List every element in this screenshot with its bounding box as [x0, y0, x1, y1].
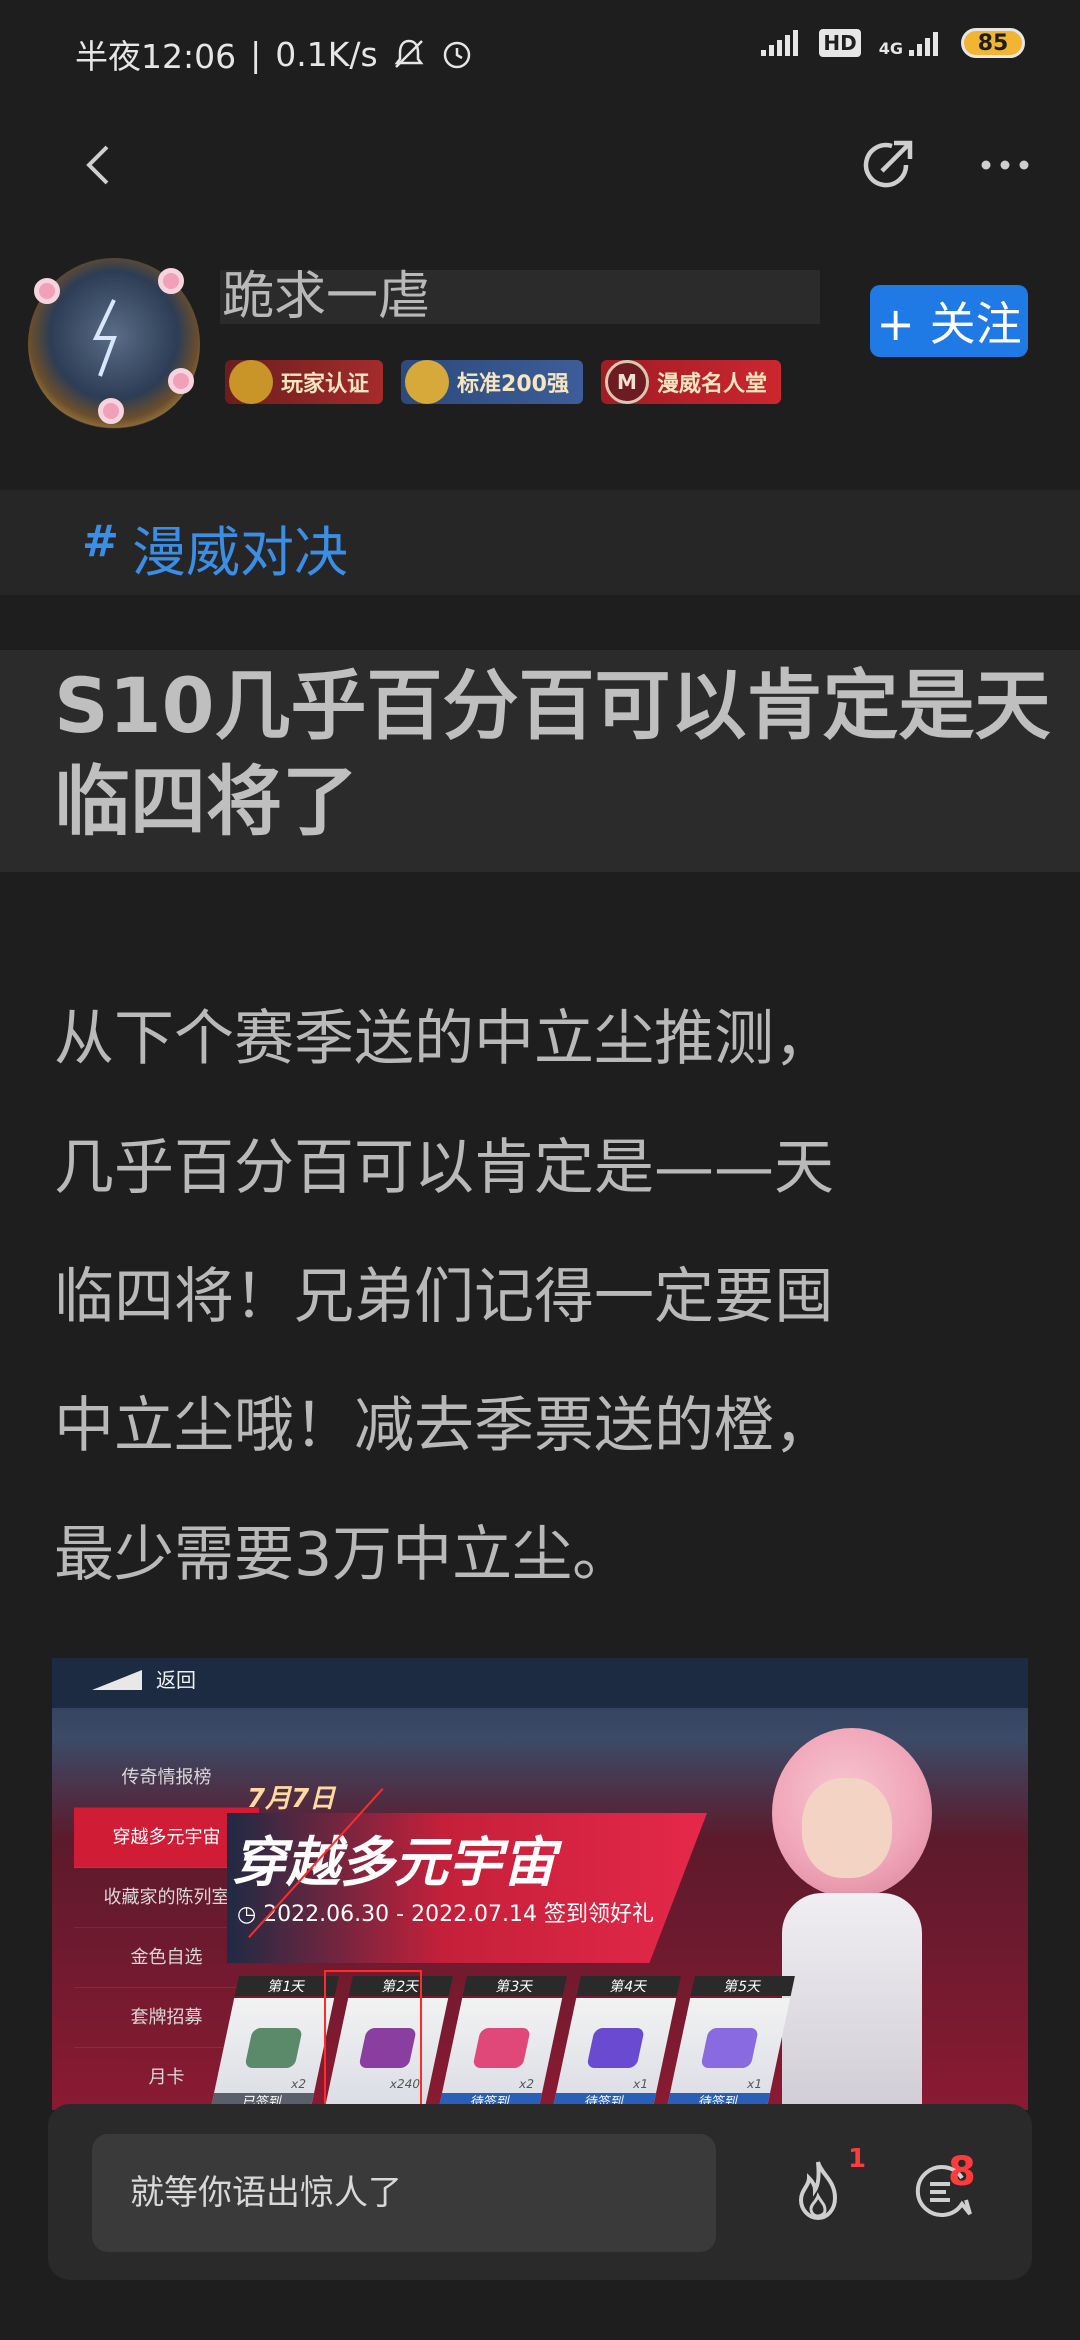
post-body-line: 临四将！兄弟们记得一定要囤: [54, 1262, 834, 1332]
top-nav-bar: [0, 125, 1080, 205]
more-options-button[interactable]: [975, 135, 1035, 195]
more-dots-icon: [981, 160, 1029, 170]
status-time: 半夜12:06: [75, 37, 237, 76]
reward-icon: [586, 2028, 645, 2068]
badge-player-verified[interactable]: 玩家认证: [225, 360, 384, 404]
topic-tag[interactable]: # 漫威对决: [0, 490, 1080, 595]
back-button[interactable]: [70, 137, 126, 193]
character-body: [782, 1893, 922, 2110]
status-divider: |: [250, 34, 262, 74]
signal-4g-icon: [909, 32, 938, 56]
event-headline: 穿越多元宇宙: [232, 1831, 556, 1894]
checkin-day: 第3天: [462, 1976, 567, 1996]
reward-count: x1: [745, 2077, 764, 2091]
post-body: 从下个赛季送的中立尘推测， 几乎百分百可以肯定是——天 临四将！兄弟们记得一定要…: [54, 975, 1044, 1620]
checkin-cards: 第1天 x2 已签到 第2天 x240 第3天 x2 待签到 第4天 x1 待签…: [209, 1976, 795, 2110]
reward-icon: [244, 2028, 303, 2068]
hd-badge: HD: [819, 29, 861, 57]
reward-count: x1: [631, 2077, 650, 2091]
like-count: 1: [848, 2144, 867, 2174]
battery-indicator: 85: [961, 28, 1025, 58]
reward-icon: [700, 2028, 759, 2068]
alarm-icon: [443, 41, 470, 69]
author-info: 跪求一虐 玩家认证 标准200强 M 漫威名人堂 + 关注: [0, 250, 1080, 430]
network-speed: 0.1K/s: [275, 34, 378, 74]
flame-icon: [798, 2161, 838, 2221]
avatar-flower-decoration: [34, 278, 60, 304]
character-face: [802, 1778, 892, 1878]
checkin-day: 第4天: [576, 1976, 681, 1996]
post-body-line: 中立尘哦！减去季票送的橙，: [54, 1391, 834, 1461]
share-icon: [863, 140, 913, 188]
signal-4g: 4G: [879, 28, 943, 58]
comment-bar: 就等你语出惊人了 1 8: [48, 2104, 1032, 2280]
badge-label: 漫威名人堂: [656, 372, 767, 397]
avatar[interactable]: [28, 258, 200, 430]
network-type: 4G: [878, 39, 903, 58]
reward-count: x2: [289, 2077, 308, 2091]
verified-shield-icon: [229, 360, 273, 404]
avatar-flower-decoration: [98, 398, 124, 424]
share-button[interactable]: [858, 135, 918, 195]
game-back-label: 返回: [156, 1668, 196, 1692]
post-title: S10几乎百分百可以肯定是天临四将了: [54, 661, 1051, 846]
status-right: HD 4G 85: [759, 28, 1025, 58]
game-logo: [92, 1670, 142, 1690]
post-body-line: 从下个赛季送的中立尘推测，: [54, 1004, 834, 1074]
author-badges: 玩家认证 标准200强 M 漫威名人堂: [225, 360, 781, 404]
badge-hall-of-fame[interactable]: M 漫威名人堂: [600, 360, 781, 404]
rank-emblem-icon: [405, 360, 450, 404]
post-body-line: 几乎百分百可以肯定是——天: [54, 1133, 834, 1203]
event-date-range: ◷ 2022.06.30 - 2022.07.14 签到领好礼: [237, 1902, 655, 1927]
event-date-tag: 7月7日: [247, 1784, 336, 1814]
checkin-card: 第4天 x1 待签到: [551, 1976, 681, 2110]
lightning-icon: [92, 299, 117, 377]
reward-icon: [472, 2028, 531, 2068]
checkin-day: 第5天: [690, 1976, 795, 1996]
status-left: 半夜12:06 | 0.1K/s: [75, 30, 474, 78]
signal-icon: [761, 30, 799, 56]
reward-count: x2: [517, 2077, 536, 2091]
avatar-flower-decoration: [168, 368, 194, 394]
hashtag-icon: #: [82, 516, 119, 567]
game-top-bar: 返回: [52, 1658, 1028, 1708]
post-title-block: S10几乎百分百可以肯定是天临四将了: [0, 650, 1080, 872]
comment-count: 8: [948, 2149, 976, 2195]
badge-label: 玩家认证: [281, 372, 370, 397]
avatar-flower-decoration: [158, 268, 184, 294]
checkin-card: 第3天 x2 待签到: [437, 1976, 567, 2110]
hall-of-fame-medal-icon: M: [604, 360, 649, 404]
checkin-card: 第5天 x1 待签到: [665, 1976, 795, 2110]
comment-input[interactable]: 就等你语出惊人了: [92, 2134, 716, 2252]
status-bar: 半夜12:06 | 0.1K/s HD 4G 85: [0, 0, 1080, 100]
checkin-card: 第1天 x2 已签到: [209, 1976, 339, 2110]
post-body-line: 最少需要3万中立尘。: [54, 1520, 633, 1590]
username[interactable]: 跪求一虐: [220, 270, 820, 324]
topic-name[interactable]: 漫威对决: [132, 508, 348, 587]
badge-label: 标准200强: [457, 372, 569, 397]
like-button[interactable]: [783, 2156, 853, 2226]
chevron-left-icon: [86, 145, 109, 185]
mute-bell-icon: [394, 39, 424, 68]
highlight-box: [324, 1970, 422, 2110]
game-menu-item: 传奇情报榜: [74, 1748, 259, 1808]
follow-button[interactable]: + 关注: [870, 285, 1028, 357]
badge-top-200[interactable]: 标准200强: [401, 360, 583, 404]
post-image[interactable]: 返回 传奇情报榜 穿越多元宇宙 收藏家的陈列室 金色自选 套牌招募 月卡 7月7…: [52, 1658, 1028, 2110]
